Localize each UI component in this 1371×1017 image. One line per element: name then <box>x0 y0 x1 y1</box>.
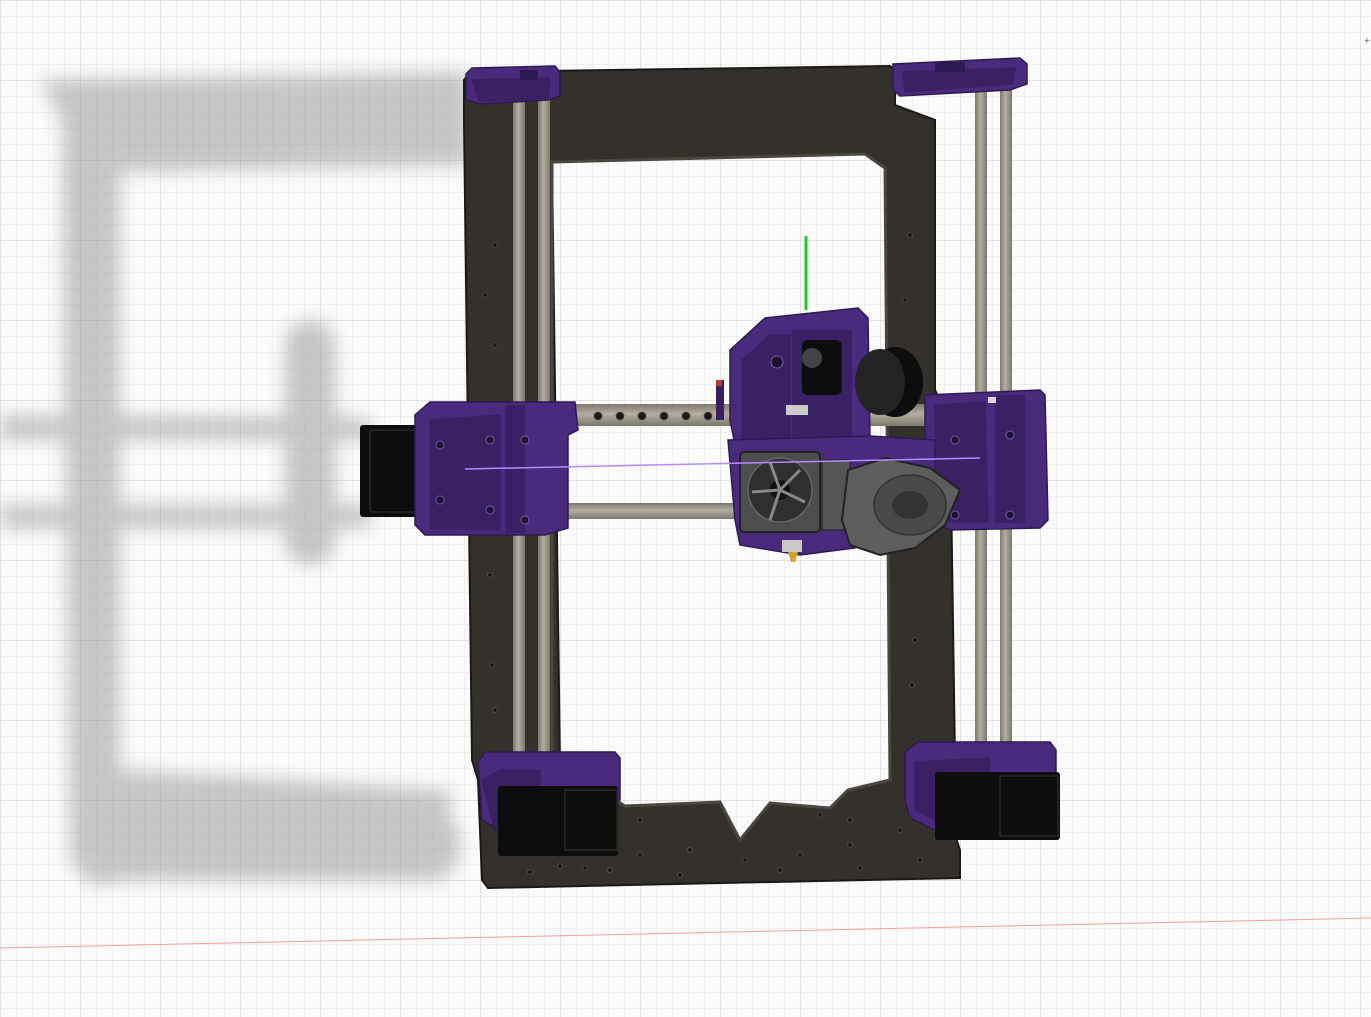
plate-hole <box>847 817 853 823</box>
3d-viewport[interactable]: + <box>0 0 1371 1017</box>
plate-hole <box>582 865 588 871</box>
plate-hole <box>907 232 913 238</box>
plate-hole <box>847 842 853 848</box>
plate-hole <box>797 852 803 858</box>
plate-hole <box>527 869 533 875</box>
rail-hole <box>681 411 691 421</box>
plate-hole <box>677 872 683 878</box>
plate-hole <box>492 342 498 348</box>
plate-hole <box>917 857 923 863</box>
plate-hole <box>687 847 693 853</box>
z-motor-left[interactable] <box>498 786 618 856</box>
plate-hole <box>489 662 495 668</box>
plate-hole <box>777 867 783 873</box>
plate-hole <box>857 865 863 871</box>
plate-hole <box>637 852 643 858</box>
rail-hole <box>637 411 647 421</box>
model-canvas[interactable]: + <box>0 0 1371 1017</box>
rail-hole <box>593 411 603 421</box>
plate-hole <box>902 297 908 303</box>
plate-hole <box>487 572 493 578</box>
plate-hole <box>492 242 498 248</box>
plate-hole <box>817 812 823 818</box>
plate-hole <box>742 857 748 863</box>
rail-hole <box>615 411 625 421</box>
plate-hole <box>607 867 613 873</box>
top-left-z-bracket[interactable] <box>465 65 561 105</box>
plate-hole <box>637 817 643 823</box>
rail-hole <box>659 411 669 421</box>
plate-hole <box>482 292 488 298</box>
top-right-z-bracket[interactable] <box>892 57 1028 97</box>
z-motor-right[interactable] <box>935 772 1060 840</box>
viewport-edge-glyph: + <box>1364 36 1370 47</box>
plate-hole <box>492 707 498 713</box>
plate-hole <box>557 863 563 869</box>
rail-hole <box>703 411 713 421</box>
hotend-fan[interactable] <box>739 451 851 533</box>
plate-hole <box>909 682 915 688</box>
plate-hole <box>912 637 918 643</box>
plate-hole <box>897 827 903 833</box>
